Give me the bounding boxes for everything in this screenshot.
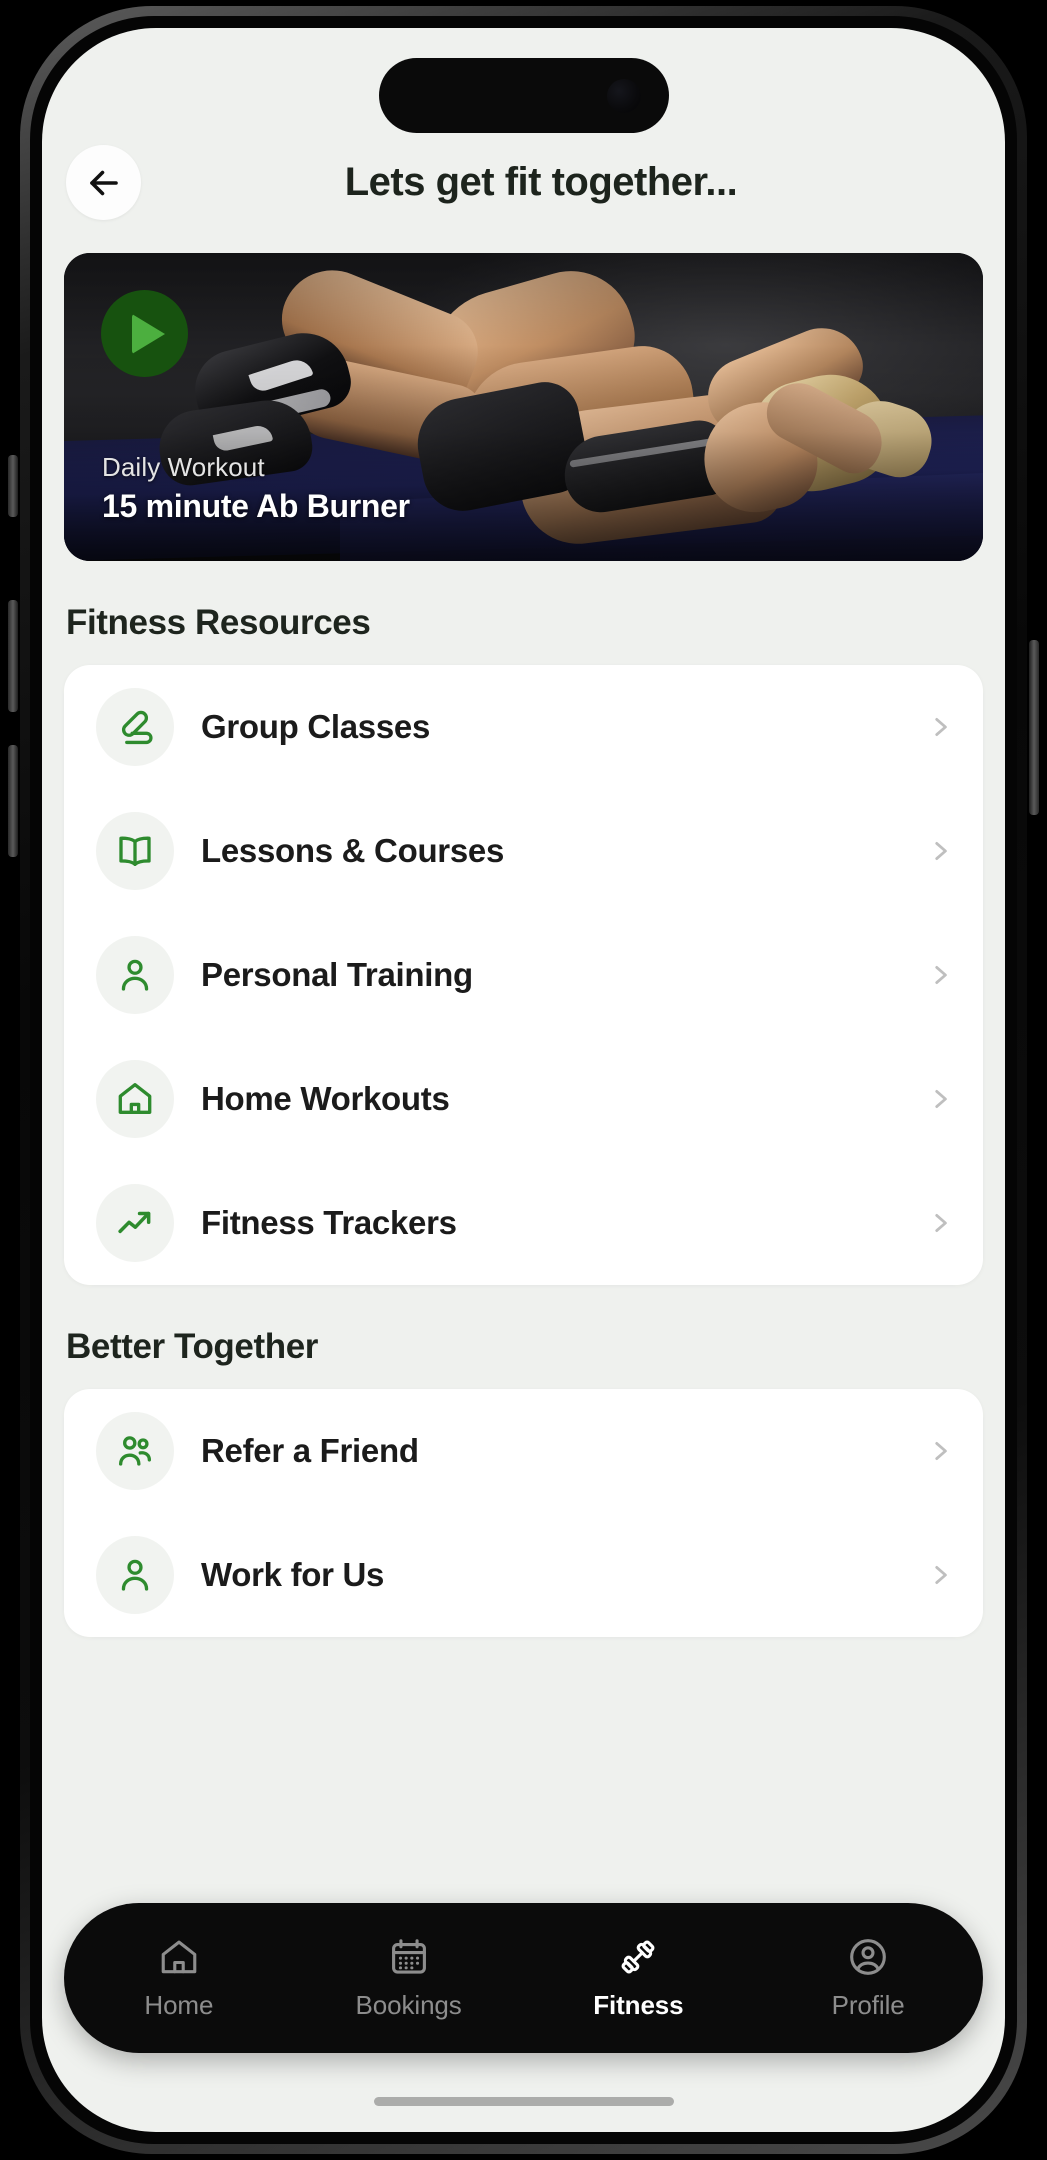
list-item-home-workouts[interactable]: Home Workouts	[64, 1037, 983, 1161]
better-together-card: Refer a Friend Work for Us	[64, 1389, 983, 1637]
home-icon	[161, 1940, 197, 1974]
home-icon	[96, 1060, 174, 1138]
account-icon	[850, 1939, 886, 1975]
list-item-group-classes[interactable]: Group Classes	[64, 665, 983, 789]
calendar-icon	[391, 1939, 426, 1974]
phone-mockup: Lets get fit together... Daily Workout 1…	[0, 0, 1047, 2160]
list-item-label: Fitness Trackers	[201, 1204, 457, 1241]
chevron-right-icon	[935, 718, 947, 736]
silent-switch[interactable]	[8, 455, 18, 517]
page-header: Lets get fit together...	[64, 145, 983, 220]
fitness-resources-card: Group Classes Lessons & Courses Personal…	[64, 665, 983, 1285]
home-indicator	[373, 2097, 674, 2106]
list-item-label: Home Workouts	[201, 1080, 450, 1117]
list-item-label: Personal Training	[201, 956, 473, 993]
chevron-right-icon	[935, 1566, 947, 1584]
volume-up-button[interactable]	[8, 600, 18, 712]
nav-tab-label: Home	[144, 1990, 214, 2020]
list-item-label: Work for Us	[201, 1556, 385, 1593]
book-open-icon	[96, 812, 174, 890]
trending-up-icon	[96, 1184, 174, 1262]
arrow-left-icon	[89, 170, 118, 195]
play-icon	[132, 313, 165, 354]
list-item-personal-training[interactable]: Personal Training	[64, 913, 983, 1037]
chevron-right-icon	[935, 1214, 947, 1232]
nav-tab-profile[interactable]: Profile	[753, 1935, 983, 2021]
hero-eyebrow: Daily Workout	[102, 452, 265, 482]
volume-down-button[interactable]	[8, 745, 18, 857]
hero-text-overlay: Daily Workout 15 minute Ab Burner	[102, 452, 410, 525]
nav-tab-fitness[interactable]: Fitness	[524, 1935, 754, 2021]
phone-screen: Lets get fit together... Daily Workout 1…	[42, 28, 1005, 2132]
people-group-icon	[96, 1412, 174, 1490]
list-item-work-for-us[interactable]: Work for Us	[64, 1513, 983, 1637]
list-item-label: Group Classes	[201, 708, 431, 745]
list-item-fitness-trackers[interactable]: Fitness Trackers	[64, 1161, 983, 1285]
nav-tab-label: Fitness	[593, 1990, 684, 2020]
app-content: Lets get fit together... Daily Workout 1…	[42, 28, 1005, 2132]
dynamic-island	[378, 58, 669, 133]
nav-tab-label: Profile	[831, 1990, 905, 2020]
chevron-right-icon	[935, 1442, 947, 1460]
nav-tab-label: Bookings	[355, 1990, 462, 2020]
dumbbell-icon	[621, 1940, 655, 1974]
play-button[interactable]	[101, 290, 188, 377]
chevron-right-icon	[935, 1090, 947, 1108]
page-title: Lets get fit together...	[344, 160, 738, 204]
bottom-navigation-bar: Home Bookings Fitness Profile	[64, 1903, 983, 2053]
daily-workout-video-card[interactable]: Daily Workout 15 minute Ab Burner	[64, 253, 983, 561]
hero-headline: 15 minute Ab Burner	[102, 488, 410, 524]
group-classes-icon	[96, 688, 174, 766]
section-title-better-together: Better Together	[66, 1327, 318, 1366]
list-item-label: Refer a Friend	[201, 1432, 419, 1469]
chevron-right-icon	[935, 842, 947, 860]
nav-tab-bookings[interactable]: Bookings	[294, 1935, 524, 2021]
chevron-right-icon	[935, 966, 947, 984]
person-icon	[96, 936, 174, 1014]
power-button[interactable]	[1029, 640, 1039, 815]
list-item-label: Lessons & Courses	[201, 832, 505, 869]
person-icon	[96, 1536, 174, 1614]
section-title-fitness-resources: Fitness Resources	[66, 603, 371, 642]
list-item-refer-a-friend[interactable]: Refer a Friend	[64, 1389, 983, 1513]
nav-tab-home[interactable]: Home	[64, 1935, 294, 2021]
list-item-lessons-courses[interactable]: Lessons & Courses	[64, 789, 983, 913]
